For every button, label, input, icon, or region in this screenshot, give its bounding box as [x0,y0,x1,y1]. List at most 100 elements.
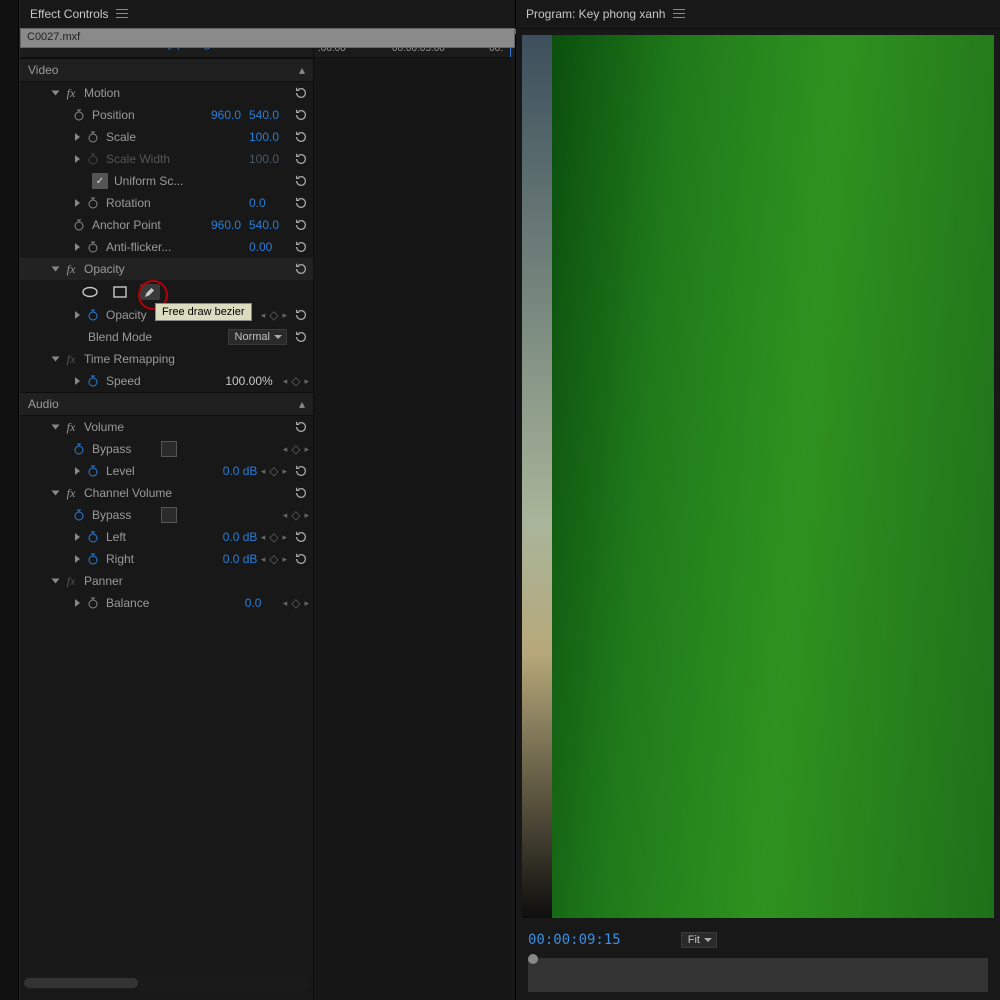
reset-icon[interactable] [293,529,309,545]
next-keyframe-icon[interactable]: ▸ [282,466,287,477]
speed-value[interactable]: 100.00% [225,374,272,388]
disclose-icon[interactable] [72,132,82,142]
level-value[interactable]: 0.0 dB [223,464,261,478]
panel-menu-icon[interactable] [673,9,685,19]
reset-icon[interactable] [293,329,309,345]
effect-timeline[interactable]: :00:00 00:00:05:00 00: C0027.mxf [314,29,515,1000]
next-keyframe-icon[interactable]: ▸ [304,376,309,387]
property-position[interactable]: Position 960.0 540.0 [20,104,313,126]
program-timecode[interactable]: 00:00:09:15 [528,932,621,948]
effect-time-remapping[interactable]: fx Time Remapping [20,348,313,370]
reset-icon[interactable] [293,217,309,233]
property-speed[interactable]: Speed 100.00% ◂◇▸ [20,370,313,392]
property-volume-bypass[interactable]: Bypass ◂◇▸ [20,438,313,460]
disclose-icon[interactable] [72,532,82,542]
position-y-value[interactable]: 540.0 [249,108,287,122]
reset-icon[interactable] [293,419,309,435]
audio-section-header[interactable]: Audio ▴ [20,392,313,416]
pen-mask-icon[interactable] [140,284,160,300]
reset-icon[interactable] [293,261,309,277]
reset-icon[interactable] [293,107,309,123]
scale-value[interactable]: 100.0 [249,130,287,144]
property-uniform-scale[interactable]: ✓ Uniform Sc... [20,170,313,192]
disclose-icon[interactable] [72,376,82,386]
rotation-value[interactable]: 0.0 [249,196,287,210]
property-cv-bypass[interactable]: Bypass ◂◇▸ [20,504,313,526]
disclose-icon[interactable] [50,576,60,586]
property-balance[interactable]: Balance 0.0 ◂◇▸ [20,592,313,614]
property-right[interactable]: Right 0.0 dB ◂◇▸ [20,548,313,570]
property-left[interactable]: Left 0.0 dB ◂◇▸ [20,526,313,548]
fx-badge-icon[interactable]: fx [64,352,78,367]
effect-motion[interactable]: fx Motion [20,82,313,104]
prev-keyframe-icon[interactable]: ◂ [283,598,288,609]
stopwatch-icon[interactable] [86,130,100,144]
rectangle-mask-icon[interactable] [110,284,130,300]
property-volume-level[interactable]: Level 0.0 dB ◂◇▸ [20,460,313,482]
stopwatch-icon[interactable] [86,464,100,478]
effect-controls-header[interactable]: Effect Controls [20,0,515,29]
stopwatch-icon[interactable] [86,596,100,610]
disclose-icon[interactable] [72,242,82,252]
prev-keyframe-icon[interactable]: ◂ [283,510,288,521]
fx-badge-icon[interactable]: fx [64,574,78,589]
add-keyframe-icon[interactable]: ◇ [269,552,278,566]
left-value[interactable]: 0.0 dB [223,530,261,544]
disclose-icon[interactable] [72,598,82,608]
bypass-checkbox[interactable] [161,441,177,457]
prev-keyframe-icon[interactable]: ◂ [261,310,266,321]
reset-icon[interactable] [293,307,309,323]
properties-h-scrollbar[interactable] [24,976,309,990]
effect-panner[interactable]: fx Panner [20,570,313,592]
reset-icon[interactable] [293,485,309,501]
scrubber-thumb[interactable] [528,954,538,964]
property-blend-mode[interactable]: Blend Mode Normal [20,326,313,348]
right-value[interactable]: 0.0 dB [223,552,261,566]
next-keyframe-icon[interactable]: ▸ [304,598,309,609]
stopwatch-icon[interactable] [86,552,100,566]
add-keyframe-icon[interactable]: ◇ [269,464,278,478]
disclose-icon[interactable] [50,264,60,274]
property-scale[interactable]: Scale 100.0 [20,126,313,148]
disclose-icon[interactable] [72,554,82,564]
disclose-icon[interactable] [72,310,82,320]
next-keyframe-icon[interactable]: ▸ [282,532,287,543]
reset-icon[interactable] [293,239,309,255]
property-anchor-point[interactable]: Anchor Point 960.0 540.0 [20,214,313,236]
reset-icon[interactable] [293,463,309,479]
add-keyframe-icon[interactable]: ◇ [269,308,278,322]
disclose-icon[interactable] [50,488,60,498]
disclose-icon[interactable] [72,466,82,476]
effect-volume[interactable]: fx Volume [20,416,313,438]
reset-icon[interactable] [293,85,309,101]
prev-keyframe-icon[interactable]: ◂ [283,444,288,455]
add-keyframe-icon[interactable]: ◇ [269,530,278,544]
prev-keyframe-icon[interactable]: ◂ [261,554,266,565]
stopwatch-icon[interactable] [72,508,86,522]
stopwatch-icon[interactable] [72,108,86,122]
zoom-select[interactable]: Fit [681,932,717,948]
blend-mode-select[interactable]: Normal [228,329,287,345]
fx-badge-icon[interactable]: fx [64,420,78,435]
effect-opacity[interactable]: fx Opacity [20,258,313,280]
reset-icon[interactable] [293,151,309,167]
collapse-triangle-icon[interactable]: ▴ [299,397,305,411]
stopwatch-icon[interactable] [86,240,100,254]
video-section-header[interactable]: Video ▴ [20,58,313,82]
reset-icon[interactable] [293,195,309,211]
cv-bypass-checkbox[interactable] [161,507,177,523]
position-x-value[interactable]: 960.0 [211,108,249,122]
ellipse-mask-icon[interactable] [80,284,100,300]
disclose-icon[interactable] [50,88,60,98]
collapse-triangle-icon[interactable]: ▴ [299,63,305,77]
add-keyframe-icon[interactable]: ◇ [291,508,300,522]
disclose-icon[interactable] [50,354,60,364]
effect-channel-volume[interactable]: fx Channel Volume [20,482,313,504]
next-keyframe-icon[interactable]: ▸ [282,310,287,321]
timeline-clip[interactable]: C0027.mxf [20,28,515,48]
panel-menu-icon[interactable] [116,9,128,19]
balance-value[interactable]: 0.0 [245,596,283,610]
add-keyframe-icon[interactable]: ◇ [291,596,300,610]
stopwatch-icon[interactable] [86,530,100,544]
prev-keyframe-icon[interactable]: ◂ [261,532,266,543]
